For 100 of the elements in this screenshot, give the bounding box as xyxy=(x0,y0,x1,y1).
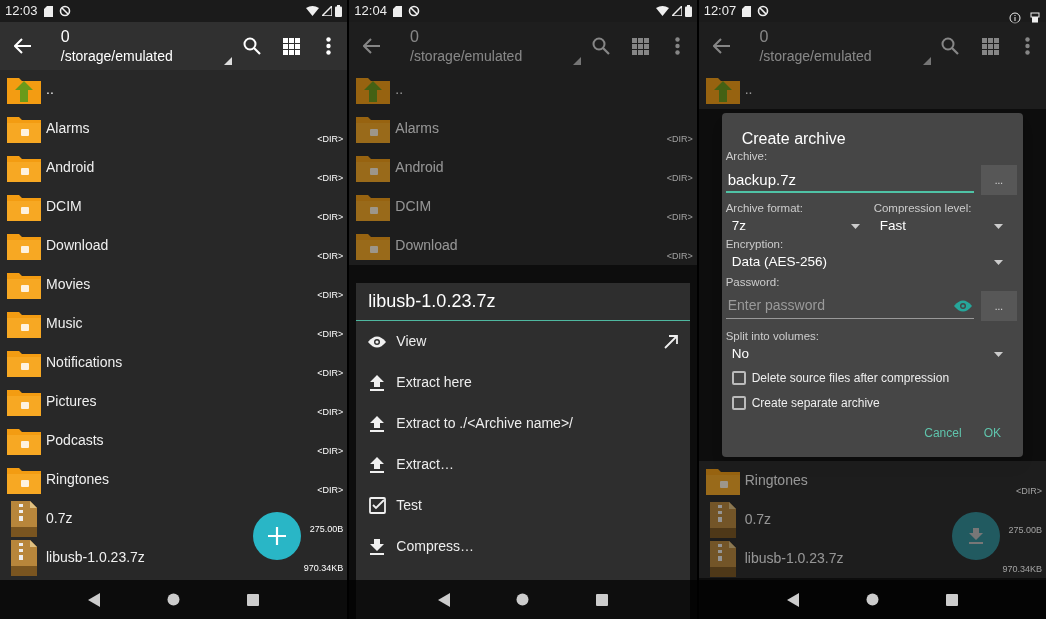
download-button[interactable] xyxy=(952,512,1000,560)
file-size: <DIR> xyxy=(317,171,344,185)
file-name[interactable]: Music xyxy=(46,313,83,334)
info-icon xyxy=(1009,12,1021,24)
eye-icon xyxy=(954,299,972,312)
archive-name-input[interactable]: backup.7z xyxy=(725,167,974,193)
search-icon xyxy=(592,37,611,55)
dropdown-select[interactable]: Fast xyxy=(873,215,1017,237)
corner-triangle-icon xyxy=(223,57,232,65)
archive-file-icon xyxy=(707,500,738,539)
menu-item[interactable]: Extract here xyxy=(356,362,690,403)
back-triangle-icon[interactable] xyxy=(437,592,450,607)
file-size: <DIR> xyxy=(666,171,693,185)
archive-file-icon xyxy=(9,499,39,538)
file-name[interactable]: 0.7z xyxy=(744,509,772,530)
file-size: <DIR> xyxy=(317,249,344,263)
file-size: <DIR> xyxy=(317,444,344,458)
blocked-circle-icon xyxy=(58,5,71,17)
plus-icon xyxy=(268,527,287,545)
dialog-title: Create archive xyxy=(741,129,847,149)
grid-icon xyxy=(283,37,301,55)
file-name[interactable]: Pictures xyxy=(46,391,97,412)
file-name[interactable]: .. xyxy=(744,79,753,100)
file-size: 970.34KB xyxy=(303,561,344,575)
menu-item[interactable]: Test xyxy=(356,485,690,526)
dropdown-select[interactable]: No xyxy=(725,343,1017,365)
file-name[interactable]: .. xyxy=(46,79,54,100)
search-icon xyxy=(941,37,960,55)
home-circle-icon[interactable] xyxy=(516,593,530,606)
wifi-icon xyxy=(306,6,320,16)
download-arrow-icon xyxy=(969,528,983,544)
file-name[interactable]: libusb-1.0.23.7z xyxy=(46,547,145,568)
menu-item[interactable]: Compress… xyxy=(356,526,690,567)
dialog-button[interactable]: OK xyxy=(977,419,1007,447)
file-name[interactable]: Download xyxy=(395,235,458,256)
upload-arrow-icon xyxy=(370,456,385,473)
dialog-button[interactable]: Cancel xyxy=(918,419,968,447)
grid-icon xyxy=(632,37,650,55)
corner-triangle-icon xyxy=(922,57,931,65)
file-size: <DIR> xyxy=(317,366,344,380)
file-size: <DIR> xyxy=(317,327,344,341)
checkbox-ticked-icon xyxy=(368,497,386,514)
back-arrow-icon xyxy=(712,38,731,54)
browse-button[interactable]: ... xyxy=(981,291,1017,321)
dropdown-select[interactable]: 7z xyxy=(725,215,874,237)
file-name[interactable]: 0.7z xyxy=(46,508,73,529)
archive-file-icon xyxy=(9,538,39,577)
signal-icon xyxy=(671,6,682,16)
file-name[interactable]: Alarms xyxy=(395,118,439,139)
browse-button[interactable]: ... xyxy=(981,165,1017,195)
back-triangle-icon[interactable] xyxy=(787,592,800,607)
menu-title: libusb-1.0.23.7z xyxy=(368,290,496,313)
sd-card-icon xyxy=(43,5,53,17)
recents-square-icon[interactable] xyxy=(945,593,958,606)
file-name[interactable]: Ringtones xyxy=(46,469,110,490)
file-name[interactable]: .. xyxy=(395,79,404,100)
file-name[interactable]: DCIM xyxy=(395,196,432,217)
file-size: <DIR> xyxy=(317,405,344,419)
menu-icon xyxy=(675,37,681,55)
menu-item[interactable]: View xyxy=(356,321,690,362)
upload-arrow-icon xyxy=(370,415,385,432)
file-name[interactable]: libusb-1.0.23.7z xyxy=(744,548,844,569)
grid-icon xyxy=(981,37,999,55)
home-circle-icon[interactable] xyxy=(865,593,879,606)
checkbox-label: Create separate archive xyxy=(751,394,880,412)
file-name[interactable]: Ringtones xyxy=(744,470,808,491)
file-size: <DIR> xyxy=(1015,484,1042,498)
field-label: Archive: xyxy=(725,149,769,163)
field-label: Password: xyxy=(725,275,781,289)
checkbox[interactable] xyxy=(731,395,746,410)
file-name[interactable]: Podcasts xyxy=(46,430,104,451)
file-size: 275.00B xyxy=(309,522,344,536)
home-circle-icon[interactable] xyxy=(167,593,181,606)
file-size: <DIR> xyxy=(317,132,344,146)
file-size: <DIR> xyxy=(666,249,693,263)
menu-icon xyxy=(1024,37,1030,55)
eye-icon xyxy=(368,335,387,348)
dropdown-select[interactable]: Data (AES-256) xyxy=(725,251,1017,273)
file-name[interactable]: Android xyxy=(46,157,95,178)
file-name[interactable]: Alarms xyxy=(46,118,90,139)
signal-icon xyxy=(322,6,333,16)
file-size: <DIR> xyxy=(666,210,693,224)
menu-item[interactable]: Extract to ./<Archive name>/ xyxy=(356,403,690,444)
diagonal-arrow-icon xyxy=(663,334,678,349)
file-name[interactable]: Notifications xyxy=(46,352,123,373)
menu-item[interactable]: Extract… xyxy=(356,444,690,485)
back-triangle-icon[interactable] xyxy=(88,592,101,607)
field-label: Archive format: xyxy=(725,201,804,215)
back-arrow-icon xyxy=(363,38,382,54)
file-name[interactable]: Movies xyxy=(46,274,91,295)
checkbox[interactable] xyxy=(731,370,746,385)
field-label: Encryption: xyxy=(725,237,785,251)
caret-icon xyxy=(850,223,860,229)
file-name[interactable]: Android xyxy=(395,157,444,178)
file-name[interactable]: DCIM xyxy=(46,196,82,217)
file-name[interactable]: Download xyxy=(46,235,109,256)
field-label: Split into volumes: xyxy=(725,329,820,343)
caret-icon xyxy=(994,223,1003,229)
file-size: <DIR> xyxy=(317,210,344,224)
password-input[interactable]: Enter password xyxy=(727,295,954,316)
